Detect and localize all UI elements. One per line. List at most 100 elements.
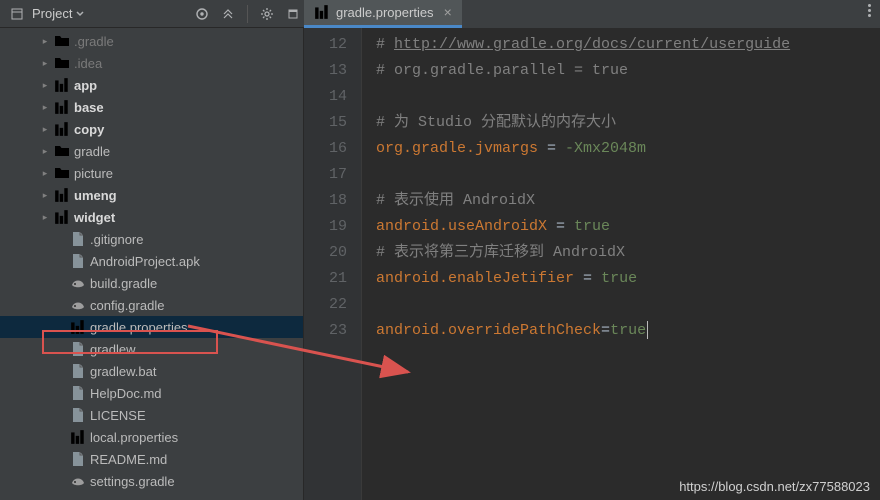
- expand-arrow-icon[interactable]: ▸: [40, 36, 50, 47]
- tree-item-label: HelpDoc.md: [90, 386, 162, 401]
- code-area[interactable]: # http://www.gradle.org/docs/current/use…: [362, 28, 790, 500]
- code-line[interactable]: android.useAndroidX = true: [376, 214, 790, 240]
- file-icon: [70, 231, 86, 247]
- tree-item[interactable]: .gitignore: [0, 228, 303, 250]
- code-line[interactable]: # 表示将第三方库迁移到 AndroidX: [376, 240, 790, 266]
- tree-item-label: .gitignore: [90, 232, 143, 247]
- expand-arrow-icon[interactable]: ▸: [40, 190, 50, 201]
- tree-item[interactable]: ▸ picture: [0, 162, 303, 184]
- code-line[interactable]: # 表示使用 AndroidX: [376, 188, 790, 214]
- tree-item-label: local.properties: [90, 430, 178, 445]
- line-number: 23: [304, 318, 347, 344]
- tree-item-label: settings.gradle: [90, 474, 175, 489]
- code-line[interactable]: android.enableJetifier = true: [376, 266, 790, 292]
- code-line[interactable]: [376, 162, 790, 188]
- project-title[interactable]: Project: [32, 6, 84, 21]
- tree-item[interactable]: settings.gradle: [0, 470, 303, 492]
- tree-item[interactable]: HelpDoc.md: [0, 382, 303, 404]
- line-number: 15: [304, 110, 347, 136]
- line-number: 18: [304, 188, 347, 214]
- tree-item-label: AndroidProject.apk: [90, 254, 200, 269]
- tree-item[interactable]: ▸ .gradle: [0, 30, 303, 52]
- tree-item[interactable]: ▸ gradle: [0, 140, 303, 162]
- file-icon: [70, 341, 86, 357]
- line-gutter: 121314151617181920212223: [304, 28, 362, 500]
- tree-item[interactable]: local.properties: [0, 426, 303, 448]
- folder-icon: [54, 165, 70, 181]
- gradle-icon: [70, 473, 86, 489]
- code-line[interactable]: # org.gradle.parallel = true: [376, 58, 790, 84]
- line-number: 14: [304, 84, 347, 110]
- line-number: 13: [304, 58, 347, 84]
- tree-item[interactable]: config.gradle: [0, 294, 303, 316]
- expand-arrow-icon[interactable]: ▸: [40, 212, 50, 223]
- project-label: Project: [32, 6, 72, 21]
- tree-item-label: gradlew: [90, 342, 136, 357]
- tree-item[interactable]: ▸.idea: [0, 52, 303, 74]
- tree-item-label: README.md: [90, 452, 167, 467]
- tree-item[interactable]: gradlew.bat: [0, 360, 303, 382]
- code-editor[interactable]: 121314151617181920212223 # http://www.gr…: [304, 28, 880, 500]
- project-tree: ▸.gradle▸.idea▸app▸base▸copy▸gradle▸pict…: [0, 28, 304, 500]
- tree-item-label: picture: [74, 166, 113, 181]
- code-line[interactable]: # http://www.gradle.org/docs/current/use…: [376, 32, 790, 58]
- expand-arrow-icon[interactable]: ▸: [40, 102, 50, 113]
- expand-arrow-icon[interactable]: ▸: [40, 146, 50, 157]
- tab-label: gradle.properties: [336, 5, 434, 20]
- tree-item-label: .gradle: [74, 34, 114, 49]
- watermark: https://blog.csdn.net/zx77588023: [679, 479, 870, 494]
- code-line[interactable]: # 为 Studio 分配默认的内存大小: [376, 110, 790, 136]
- module-icon: [54, 99, 70, 115]
- code-line[interactable]: [376, 84, 790, 110]
- top-toolbar: Project gradle.properties ×: [0, 0, 880, 28]
- project-panel-header: Project: [0, 0, 304, 28]
- tree-item[interactable]: gradle.properties: [0, 316, 303, 338]
- tree-item[interactable]: ▸app: [0, 74, 303, 96]
- editor-tabs: gradle.properties ×: [304, 0, 880, 28]
- tree-item[interactable]: ▸copy: [0, 118, 303, 140]
- tree-item-label: gradle: [74, 144, 110, 159]
- expand-arrow-icon[interactable]: ▸: [40, 58, 50, 69]
- expand-arrow-icon[interactable]: ▸: [40, 124, 50, 135]
- module-icon: [54, 209, 70, 225]
- code-line[interactable]: [376, 292, 790, 318]
- select-opened-icon[interactable]: [191, 3, 213, 25]
- tree-item[interactable]: ▸base: [0, 96, 303, 118]
- file-icon: [70, 385, 86, 401]
- folder-dim-icon: [54, 55, 70, 71]
- expand-arrow-icon[interactable]: ▸: [40, 168, 50, 179]
- module-icon: [54, 121, 70, 137]
- module-icon: [70, 319, 86, 335]
- tab-options-icon[interactable]: [858, 0, 880, 22]
- code-line[interactable]: org.gradle.jvmargs = -Xmx2048m: [376, 136, 790, 162]
- tree-item[interactable]: build.gradle: [0, 272, 303, 294]
- tree-item[interactable]: AndroidProject.apk: [0, 250, 303, 272]
- text-caret: [647, 321, 648, 339]
- tree-item[interactable]: gradlew: [0, 338, 303, 360]
- expand-all-icon[interactable]: [217, 3, 239, 25]
- gear-icon[interactable]: [256, 3, 278, 25]
- file-icon: [70, 363, 86, 379]
- tree-item[interactable]: README.md: [0, 448, 303, 470]
- folder-dim-icon: [54, 33, 70, 49]
- line-number: 17: [304, 162, 347, 188]
- hide-icon[interactable]: [282, 3, 304, 25]
- code-line[interactable]: android.overridePathCheck=true: [376, 318, 790, 344]
- close-icon[interactable]: ×: [444, 5, 452, 19]
- tree-item-label: umeng: [74, 188, 117, 203]
- module-icon: [70, 429, 86, 445]
- line-number: 22: [304, 292, 347, 318]
- tree-item[interactable]: LICENSE: [0, 404, 303, 426]
- tree-item[interactable]: ▸ umeng: [0, 184, 303, 206]
- module-icon: [54, 187, 70, 203]
- line-number: 19: [304, 214, 347, 240]
- gradle-icon: [70, 275, 86, 291]
- tree-item[interactable]: ▸widget: [0, 206, 303, 228]
- tab-gradle-properties[interactable]: gradle.properties ×: [304, 0, 462, 28]
- file-icon: [70, 407, 86, 423]
- collapse-icon[interactable]: [6, 3, 28, 25]
- expand-arrow-icon[interactable]: ▸: [40, 80, 50, 91]
- divider: [247, 5, 248, 23]
- tree-item-label: LICENSE: [90, 408, 146, 423]
- line-number: 16: [304, 136, 347, 162]
